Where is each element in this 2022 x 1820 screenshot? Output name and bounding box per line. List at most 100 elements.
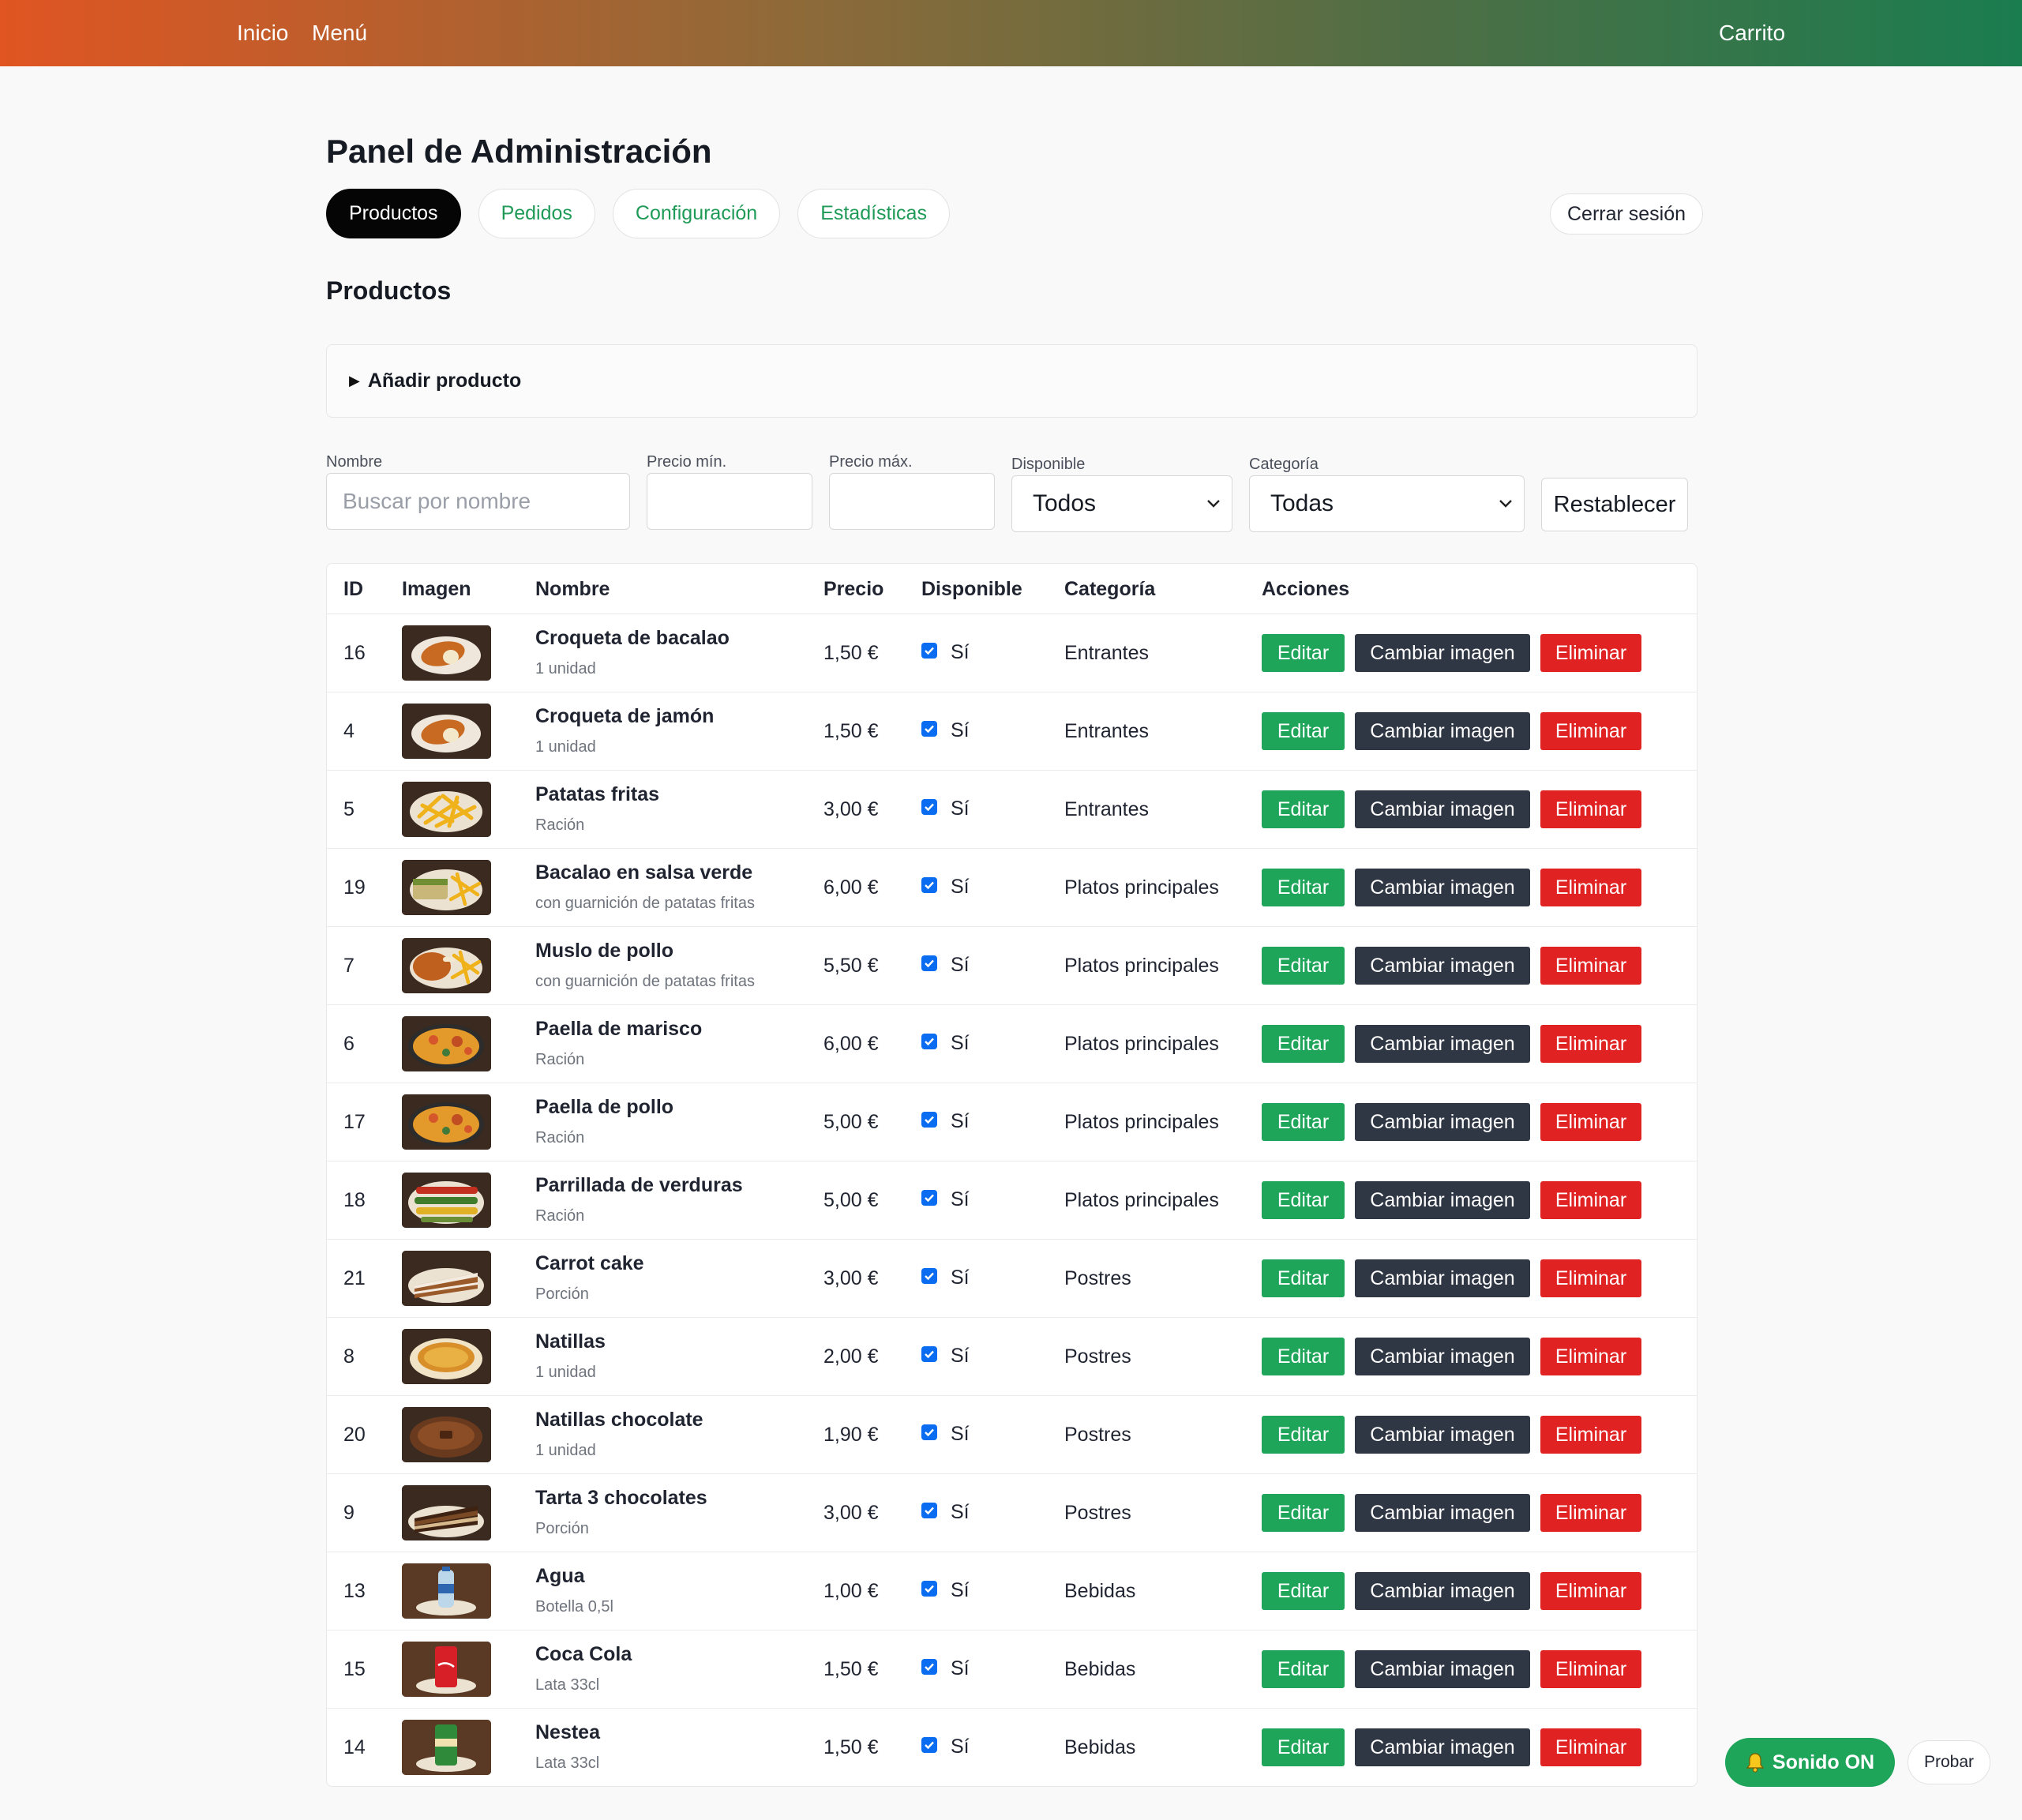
delete-button[interactable]: Eliminar	[1540, 1572, 1641, 1610]
nav-home-link[interactable]: Inicio	[237, 0, 288, 66]
nav-cart-link[interactable]: Carrito	[1719, 0, 1785, 66]
product-price: 1,50 €	[823, 720, 879, 742]
delete-button[interactable]: Eliminar	[1540, 869, 1641, 906]
product-description: Lata 33cl	[535, 1676, 600, 1694]
delete-button[interactable]: Eliminar	[1540, 712, 1641, 750]
change-image-button[interactable]: Cambiar imagen	[1355, 1025, 1530, 1063]
header-id: ID	[343, 578, 363, 600]
search-name-input[interactable]	[327, 474, 629, 529]
product-description: con guarnición de patatas fritas	[535, 973, 755, 990]
checkmark-icon	[925, 1741, 934, 1750]
delete-button[interactable]: Eliminar	[1540, 1728, 1641, 1766]
change-image-button[interactable]: Cambiar imagen	[1355, 1728, 1530, 1766]
delete-button[interactable]: Eliminar	[1540, 1650, 1641, 1688]
delete-button[interactable]: Eliminar	[1540, 947, 1641, 985]
delete-button[interactable]: Eliminar	[1540, 1494, 1641, 1532]
product-id: 14	[343, 1736, 366, 1758]
delete-button[interactable]: Eliminar	[1540, 1416, 1641, 1454]
change-image-button[interactable]: Cambiar imagen	[1355, 1494, 1530, 1532]
add-product-toggle[interactable]: ▶ Añadir producto	[326, 344, 1698, 418]
delete-button[interactable]: Eliminar	[1540, 1025, 1641, 1063]
available-text: Sí	[951, 1266, 970, 1289]
max-price-input[interactable]	[830, 474, 994, 529]
checkmark-icon	[925, 725, 934, 734]
edit-button[interactable]: Editar	[1262, 1416, 1345, 1454]
change-image-button[interactable]: Cambiar imagen	[1355, 790, 1530, 828]
tab-pedidos[interactable]: Pedidos	[478, 189, 595, 238]
test-sound-button[interactable]: Probar	[1908, 1740, 1990, 1784]
change-image-button[interactable]: Cambiar imagen	[1355, 1416, 1530, 1454]
change-image-button[interactable]: Cambiar imagen	[1355, 1650, 1530, 1688]
available-text: Sí	[951, 1188, 970, 1210]
available-checkbox[interactable]	[921, 721, 937, 737]
category-select[interactable]: Todas	[1249, 475, 1525, 532]
available-checkbox[interactable]	[921, 1424, 937, 1440]
available-checkbox[interactable]	[921, 1581, 937, 1597]
edit-button[interactable]: Editar	[1262, 1650, 1345, 1688]
available-checkbox[interactable]	[921, 955, 937, 971]
edit-button[interactable]: Editar	[1262, 1103, 1345, 1141]
available-checkbox[interactable]	[921, 1503, 937, 1518]
change-image-button[interactable]: Cambiar imagen	[1355, 947, 1530, 985]
change-image-button[interactable]: Cambiar imagen	[1355, 1103, 1530, 1141]
min-price-input[interactable]	[647, 474, 812, 529]
edit-button[interactable]: Editar	[1262, 1025, 1345, 1063]
logout-button[interactable]: Cerrar sesión	[1550, 193, 1704, 235]
tab-productos[interactable]: Productos	[326, 189, 461, 238]
delete-button[interactable]: Eliminar	[1540, 790, 1641, 828]
delete-button[interactable]: Eliminar	[1540, 634, 1641, 672]
delete-button[interactable]: Eliminar	[1540, 1103, 1641, 1141]
product-name: Patatas fritas	[535, 783, 660, 805]
edit-button[interactable]: Editar	[1262, 790, 1345, 828]
product-description: Porción	[535, 1285, 589, 1303]
edit-button[interactable]: Editar	[1262, 1259, 1345, 1297]
delete-button[interactable]: Eliminar	[1540, 1338, 1641, 1375]
edit-button[interactable]: Editar	[1262, 947, 1345, 985]
filter-max-price-wrapper	[829, 473, 995, 530]
delete-button[interactable]: Eliminar	[1540, 1259, 1641, 1297]
edit-button[interactable]: Editar	[1262, 1494, 1345, 1532]
edit-button[interactable]: Editar	[1262, 634, 1345, 672]
bell-icon	[1746, 1753, 1765, 1773]
product-category: Bebidas	[1064, 1580, 1136, 1602]
checkmark-icon	[925, 647, 934, 655]
edit-button[interactable]: Editar	[1262, 1181, 1345, 1219]
available-checkbox[interactable]	[921, 799, 937, 815]
delete-button[interactable]: Eliminar	[1540, 1181, 1641, 1219]
reset-filters-button[interactable]: Restablecer	[1541, 478, 1688, 531]
tab-estadisticas[interactable]: Estadísticas	[797, 189, 950, 238]
change-image-button[interactable]: Cambiar imagen	[1355, 1259, 1530, 1297]
tab-configuracion[interactable]: Configuración	[612, 189, 781, 238]
edit-button[interactable]: Editar	[1262, 1728, 1345, 1766]
available-checkbox[interactable]	[921, 1659, 937, 1675]
change-image-button[interactable]: Cambiar imagen	[1355, 634, 1530, 672]
available-select[interactable]: Todos	[1011, 475, 1232, 532]
available-checkbox[interactable]	[921, 1190, 937, 1206]
product-description: Porción	[535, 1520, 589, 1537]
available-checkbox[interactable]	[921, 877, 937, 893]
change-image-button[interactable]: Cambiar imagen	[1355, 1181, 1530, 1219]
edit-button[interactable]: Editar	[1262, 869, 1345, 906]
available-checkbox[interactable]	[921, 1346, 937, 1362]
change-image-button[interactable]: Cambiar imagen	[1355, 1338, 1530, 1375]
available-checkbox[interactable]	[921, 1112, 937, 1128]
product-name: Paella de pollo	[535, 1096, 674, 1118]
change-image-button[interactable]: Cambiar imagen	[1355, 1572, 1530, 1610]
available-checkbox[interactable]	[921, 1737, 937, 1753]
edit-button[interactable]: Editar	[1262, 712, 1345, 750]
filter-name-wrapper	[326, 473, 630, 530]
product-name: Bacalao en salsa verde	[535, 861, 753, 884]
nav-menu-link[interactable]: Menú	[312, 0, 367, 66]
sound-toggle-button[interactable]: Sonido ON	[1725, 1738, 1895, 1787]
available-checkbox[interactable]	[921, 643, 937, 659]
change-image-button[interactable]: Cambiar imagen	[1355, 869, 1530, 906]
edit-button[interactable]: Editar	[1262, 1572, 1345, 1610]
product-name: Natillas chocolate	[535, 1409, 703, 1431]
available-checkbox[interactable]	[921, 1034, 937, 1049]
edit-button[interactable]: Editar	[1262, 1338, 1345, 1375]
available-checkbox[interactable]	[921, 1268, 937, 1284]
header-category: Categoría	[1064, 578, 1156, 600]
table-row: 14 Nestea Lata 33cl 1,50 € Sí Bebidas Editar Ca…	[327, 1709, 1697, 1786]
available-text: Sí	[951, 1657, 970, 1679]
change-image-button[interactable]: Cambiar imagen	[1355, 712, 1530, 750]
